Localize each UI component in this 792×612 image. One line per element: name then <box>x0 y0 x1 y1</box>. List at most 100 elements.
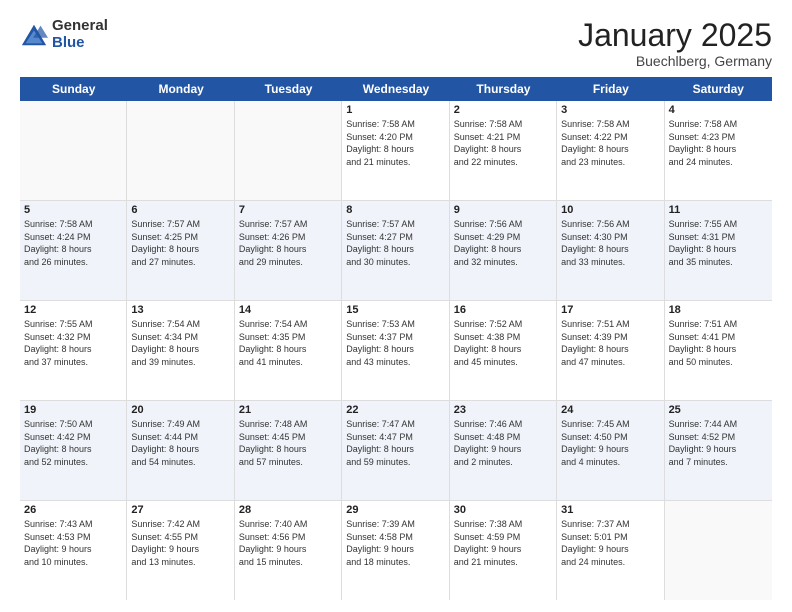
cal-cell-0-6: 4 Sunrise: 7:58 AM Sunset: 4:23 PM Daylig… <box>665 101 772 200</box>
cal-cell-4-0: 26Sunrise: 7:43 AM Sunset: 4:53 PM Dayli… <box>20 501 127 600</box>
page: General Blue January 2025 Buechlberg, Ge… <box>0 0 792 612</box>
calendar-header: SundayMondayTuesdayWednesdayThursdayFrid… <box>20 77 772 101</box>
cal-cell-2-3: 15Sunrise: 7:53 AM Sunset: 4:37 PM Dayli… <box>342 301 449 400</box>
day-info: Sunrise: 7:55 AM Sunset: 4:32 PM Dayligh… <box>24 318 122 368</box>
calendar-row-2: 12 Sunrise: 7:55 AM Sunset: 4:32 PM Dayli… <box>20 301 772 401</box>
day-number: 26 <box>24 504 122 516</box>
location: Buechlberg, Germany <box>578 53 772 69</box>
day-info: Sunrise: 7:49 AM Sunset: 4:44 PM Dayligh… <box>131 418 229 468</box>
cal-cell-4-6 <box>665 501 772 600</box>
logo-general-text: General <box>52 18 108 35</box>
calendar-row-0: 1 Sunrise: 7:58 AM Sunset: 4:20 PM Daylig… <box>20 101 772 201</box>
day-number: 11 <box>669 204 768 216</box>
day-number: 31 <box>561 504 659 516</box>
calendar: SundayMondayTuesdayWednesdayThursdayFrid… <box>20 77 772 600</box>
cal-cell-4-1: 27Sunrise: 7:42 AM Sunset: 4:55 PM Dayli… <box>127 501 234 600</box>
cal-cell-0-2 <box>235 101 342 200</box>
day-info: Sunrise: 7:57 AM Sunset: 4:27 PM Dayligh… <box>346 218 444 268</box>
day-info: Sunrise: 7:50 AM Sunset: 4:42 PM Dayligh… <box>24 418 122 468</box>
day-info: Sunrise: 7:54 AM Sunset: 4:34 PM Dayligh… <box>131 318 229 368</box>
day-number: 9 <box>454 204 552 216</box>
day-number: 14 <box>239 304 337 316</box>
day-info: Sunrise: 7:56 AM Sunset: 4:29 PM Dayligh… <box>454 218 552 268</box>
cal-cell-4-4: 30 Sunrise: 7:38 AM Sunset: 4:59 PM Dayli… <box>450 501 557 600</box>
day-number: 3 <box>561 104 659 116</box>
day-number: 22 <box>346 404 444 416</box>
calendar-body: 1 Sunrise: 7:58 AM Sunset: 4:20 PM Daylig… <box>20 101 772 600</box>
day-info: Sunrise: 7:38 AM Sunset: 4:59 PM Dayligh… <box>454 518 552 568</box>
day-number: 20 <box>131 404 229 416</box>
header-day-thursday: Thursday <box>450 77 557 101</box>
title-block: January 2025 Buechlberg, Germany <box>578 18 772 69</box>
cal-cell-2-5: 17 Sunrise: 7:51 AM Sunset: 4:39 PM Dayli… <box>557 301 664 400</box>
day-info: Sunrise: 7:39 AM Sunset: 4:58 PM Dayligh… <box>346 518 444 568</box>
cal-cell-3-5: 24 Sunrise: 7:45 AM Sunset: 4:50 PM Dayli… <box>557 401 664 500</box>
day-info: Sunrise: 7:47 AM Sunset: 4:47 PM Dayligh… <box>346 418 444 468</box>
day-number: 25 <box>669 404 768 416</box>
cal-cell-2-4: 16Sunrise: 7:52 AM Sunset: 4:38 PM Dayli… <box>450 301 557 400</box>
cal-cell-1-6: 11 Sunrise: 7:55 AM Sunset: 4:31 PM Dayli… <box>665 201 772 300</box>
day-info: Sunrise: 7:51 AM Sunset: 4:39 PM Dayligh… <box>561 318 659 368</box>
cal-cell-1-1: 6 Sunrise: 7:57 AM Sunset: 4:25 PM Daylig… <box>127 201 234 300</box>
cal-cell-1-2: 7Sunrise: 7:57 AM Sunset: 4:26 PM Daylig… <box>235 201 342 300</box>
day-number: 1 <box>346 104 444 116</box>
cal-cell-4-2: 28Sunrise: 7:40 AM Sunset: 4:56 PM Dayli… <box>235 501 342 600</box>
day-info: Sunrise: 7:46 AM Sunset: 4:48 PM Dayligh… <box>454 418 552 468</box>
cal-cell-3-6: 25 Sunrise: 7:44 AM Sunset: 4:52 PM Dayli… <box>665 401 772 500</box>
day-info: Sunrise: 7:44 AM Sunset: 4:52 PM Dayligh… <box>669 418 768 468</box>
day-info: Sunrise: 7:58 AM Sunset: 4:20 PM Dayligh… <box>346 118 444 168</box>
cal-cell-4-3: 29Sunrise: 7:39 AM Sunset: 4:58 PM Dayli… <box>342 501 449 600</box>
day-number: 18 <box>669 304 768 316</box>
cal-cell-0-3: 1 Sunrise: 7:58 AM Sunset: 4:20 PM Daylig… <box>342 101 449 200</box>
day-info: Sunrise: 7:58 AM Sunset: 4:24 PM Dayligh… <box>24 218 122 268</box>
day-info: Sunrise: 7:37 AM Sunset: 5:01 PM Dayligh… <box>561 518 659 568</box>
cal-cell-1-0: 5 Sunrise: 7:58 AM Sunset: 4:24 PM Daylig… <box>20 201 127 300</box>
cal-cell-2-2: 14 Sunrise: 7:54 AM Sunset: 4:35 PM Dayli… <box>235 301 342 400</box>
day-info: Sunrise: 7:53 AM Sunset: 4:37 PM Dayligh… <box>346 318 444 368</box>
header: General Blue January 2025 Buechlberg, Ge… <box>20 18 772 69</box>
day-info: Sunrise: 7:54 AM Sunset: 4:35 PM Dayligh… <box>239 318 337 368</box>
header-day-wednesday: Wednesday <box>342 77 449 101</box>
cal-cell-1-4: 9 Sunrise: 7:56 AM Sunset: 4:29 PM Daylig… <box>450 201 557 300</box>
day-info: Sunrise: 7:51 AM Sunset: 4:41 PM Dayligh… <box>669 318 768 368</box>
day-number: 5 <box>24 204 122 216</box>
cal-cell-3-4: 23 Sunrise: 7:46 AM Sunset: 4:48 PM Dayli… <box>450 401 557 500</box>
day-number: 19 <box>24 404 122 416</box>
day-number: 4 <box>669 104 768 116</box>
day-number: 21 <box>239 404 337 416</box>
header-day-friday: Friday <box>557 77 664 101</box>
cal-cell-3-2: 21Sunrise: 7:48 AM Sunset: 4:45 PM Dayli… <box>235 401 342 500</box>
header-day-monday: Monday <box>127 77 234 101</box>
day-info: Sunrise: 7:56 AM Sunset: 4:30 PM Dayligh… <box>561 218 659 268</box>
day-number: 27 <box>131 504 229 516</box>
logo: General Blue <box>20 18 108 51</box>
day-info: Sunrise: 7:57 AM Sunset: 4:25 PM Dayligh… <box>131 218 229 268</box>
day-number: 17 <box>561 304 659 316</box>
day-number: 8 <box>346 204 444 216</box>
cal-cell-3-3: 22 Sunrise: 7:47 AM Sunset: 4:47 PM Dayli… <box>342 401 449 500</box>
day-info: Sunrise: 7:58 AM Sunset: 4:21 PM Dayligh… <box>454 118 552 168</box>
day-number: 10 <box>561 204 659 216</box>
cal-cell-2-6: 18 Sunrise: 7:51 AM Sunset: 4:41 PM Dayli… <box>665 301 772 400</box>
day-info: Sunrise: 7:57 AM Sunset: 4:26 PM Dayligh… <box>239 218 337 268</box>
day-number: 30 <box>454 504 552 516</box>
cal-cell-3-0: 19 Sunrise: 7:50 AM Sunset: 4:42 PM Dayli… <box>20 401 127 500</box>
logo-text: General Blue <box>52 18 108 51</box>
day-number: 24 <box>561 404 659 416</box>
day-number: 6 <box>131 204 229 216</box>
day-info: Sunrise: 7:55 AM Sunset: 4:31 PM Dayligh… <box>669 218 768 268</box>
day-info: Sunrise: 7:40 AM Sunset: 4:56 PM Dayligh… <box>239 518 337 568</box>
calendar-row-4: 26Sunrise: 7:43 AM Sunset: 4:53 PM Dayli… <box>20 501 772 600</box>
day-info: Sunrise: 7:58 AM Sunset: 4:23 PM Dayligh… <box>669 118 768 168</box>
day-info: Sunrise: 7:52 AM Sunset: 4:38 PM Dayligh… <box>454 318 552 368</box>
cal-cell-0-0 <box>20 101 127 200</box>
header-day-sunday: Sunday <box>20 77 127 101</box>
day-number: 23 <box>454 404 552 416</box>
month-title: January 2025 <box>578 18 772 53</box>
cal-cell-1-3: 8 Sunrise: 7:57 AM Sunset: 4:27 PM Daylig… <box>342 201 449 300</box>
day-info: Sunrise: 7:45 AM Sunset: 4:50 PM Dayligh… <box>561 418 659 468</box>
cal-cell-4-5: 31 Sunrise: 7:37 AM Sunset: 5:01 PM Dayli… <box>557 501 664 600</box>
cal-cell-0-1 <box>127 101 234 200</box>
header-day-tuesday: Tuesday <box>235 77 342 101</box>
day-number: 12 <box>24 304 122 316</box>
